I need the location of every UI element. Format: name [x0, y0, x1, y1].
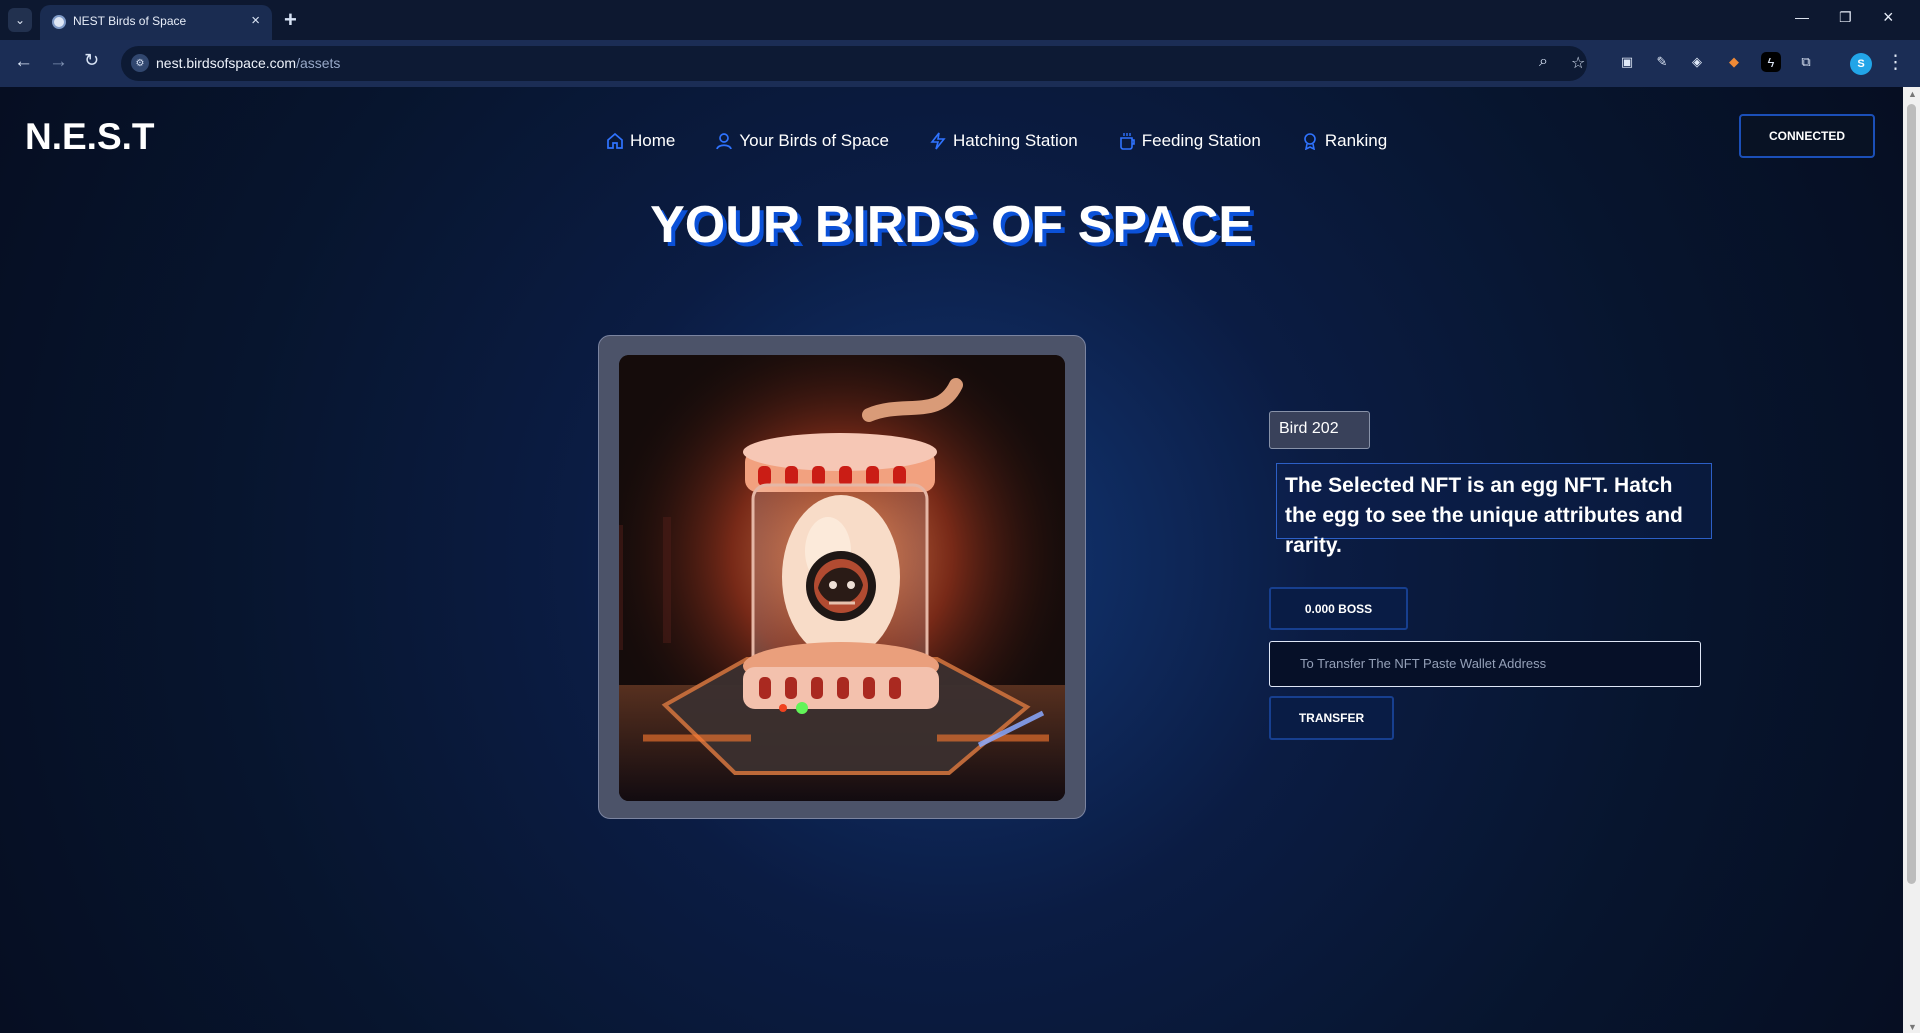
site-favicon — [52, 15, 66, 29]
nav-home[interactable]: Home — [606, 131, 675, 151]
reload-button[interactable]: ↻ — [84, 50, 99, 71]
browser-tab-strip: ⌄ NEST Birds of Space × + — ❐ × — [0, 0, 1920, 40]
url-text[interactable]: nest.birdsofspace.com/assets — [156, 55, 340, 71]
close-window-button[interactable]: × — [1883, 7, 1894, 28]
restore-window-button[interactable]: ❐ — [1839, 9, 1852, 26]
back-button[interactable]: ← — [14, 51, 33, 73]
browser-toolbar: ← → ↻ ⚙ nest.birdsofspace.com/assets ⌕ ☆… — [0, 40, 1920, 87]
site-info-icon[interactable]: ⚙ — [131, 54, 149, 72]
nav-your-birds-label: Your Birds of Space — [739, 131, 889, 150]
nav-ranking-label: Ranking — [1324, 131, 1388, 150]
nav-hatching-station[interactable]: Hatching Station — [929, 131, 1078, 151]
zoom-icon[interactable]: ⌕ — [1539, 53, 1548, 71]
home-icon — [606, 132, 624, 150]
nav-your-birds[interactable]: Your Birds of Space — [715, 131, 889, 151]
egg-nft-image — [619, 355, 1065, 801]
nest-logo[interactable]: N.E.S.T — [25, 116, 155, 158]
browser-menu-icon[interactable]: ⋮ — [1886, 51, 1905, 74]
profile-avatar-icon[interactable]: S — [1850, 53, 1872, 75]
scroll-up-icon[interactable]: ▲ — [1908, 89, 1917, 99]
save-extension-icon[interactable]: ▣ — [1617, 52, 1637, 72]
active-tab[interactable]: NEST Birds of Space × — [40, 5, 272, 40]
tab-title: NEST Birds of Space — [73, 14, 187, 28]
nest-page: N.E.S.T Home Your Birds of Space Hatchin… — [0, 87, 1903, 1033]
lightning-icon — [929, 132, 947, 150]
shield-extension-icon[interactable]: ◈ — [1687, 52, 1707, 72]
bird-name-field[interactable]: Bird 202 — [1269, 411, 1370, 449]
tab-search-button[interactable]: ⌄ — [8, 8, 32, 32]
egg-nft-message: The Selected NFT is an egg NFT. Hatch th… — [1276, 463, 1712, 557]
wallet-connected-button[interactable]: CONNECTED — [1739, 114, 1875, 158]
nav-home-label: Home — [630, 131, 676, 150]
page-scrollbar[interactable]: ▲ ▼ — [1903, 87, 1920, 1033]
nav-ranking[interactable]: Ranking — [1301, 131, 1387, 151]
puzzle-extension-icon[interactable]: ⧉ — [1796, 52, 1816, 72]
bookmark-star-icon[interactable]: ☆ — [1571, 53, 1585, 73]
boss-balance-button[interactable]: 0.000 BOSS — [1269, 587, 1408, 630]
close-tab-icon[interactable]: × — [251, 12, 260, 29]
new-tab-button[interactable]: + — [284, 7, 297, 33]
user-icon — [715, 132, 733, 150]
nav-feeding-station-label: Feeding Station — [1141, 131, 1261, 150]
transfer-wallet-address-input[interactable]: To Transfer The NFT Paste Wallet Address — [1269, 641, 1701, 687]
url-path: /assets — [296, 55, 341, 71]
url-domain: nest.birdsofspace.com — [156, 55, 297, 71]
cup-icon — [1118, 132, 1136, 150]
nav-feeding-station[interactable]: Feeding Station — [1118, 131, 1261, 151]
nav-hatching-station-label: Hatching Station — [953, 131, 1078, 150]
pen-extension-icon[interactable]: ✎ — [1652, 52, 1672, 72]
site-navigation: Home Your Birds of Space Hatching Statio… — [606, 129, 1427, 153]
scroll-down-icon[interactable]: ▼ — [1908, 1022, 1917, 1032]
award-icon — [1301, 132, 1319, 150]
nft-card — [598, 335, 1086, 819]
forward-button[interactable]: → — [49, 51, 68, 73]
address-bar[interactable]: ⚙ nest.birdsofspace.com/assets ⌕ ☆ — [121, 46, 1587, 81]
transfer-button[interactable]: TRANSFER — [1269, 696, 1394, 740]
minimize-window-button[interactable]: — — [1795, 9, 1809, 25]
lightning-extension-icon[interactable]: ϟ — [1761, 52, 1781, 72]
fox-extension-icon[interactable]: ◆ — [1724, 52, 1744, 72]
page-title: YOUR BIRDS OF SPACE — [650, 196, 1253, 254]
scroll-thumb[interactable] — [1907, 104, 1916, 884]
